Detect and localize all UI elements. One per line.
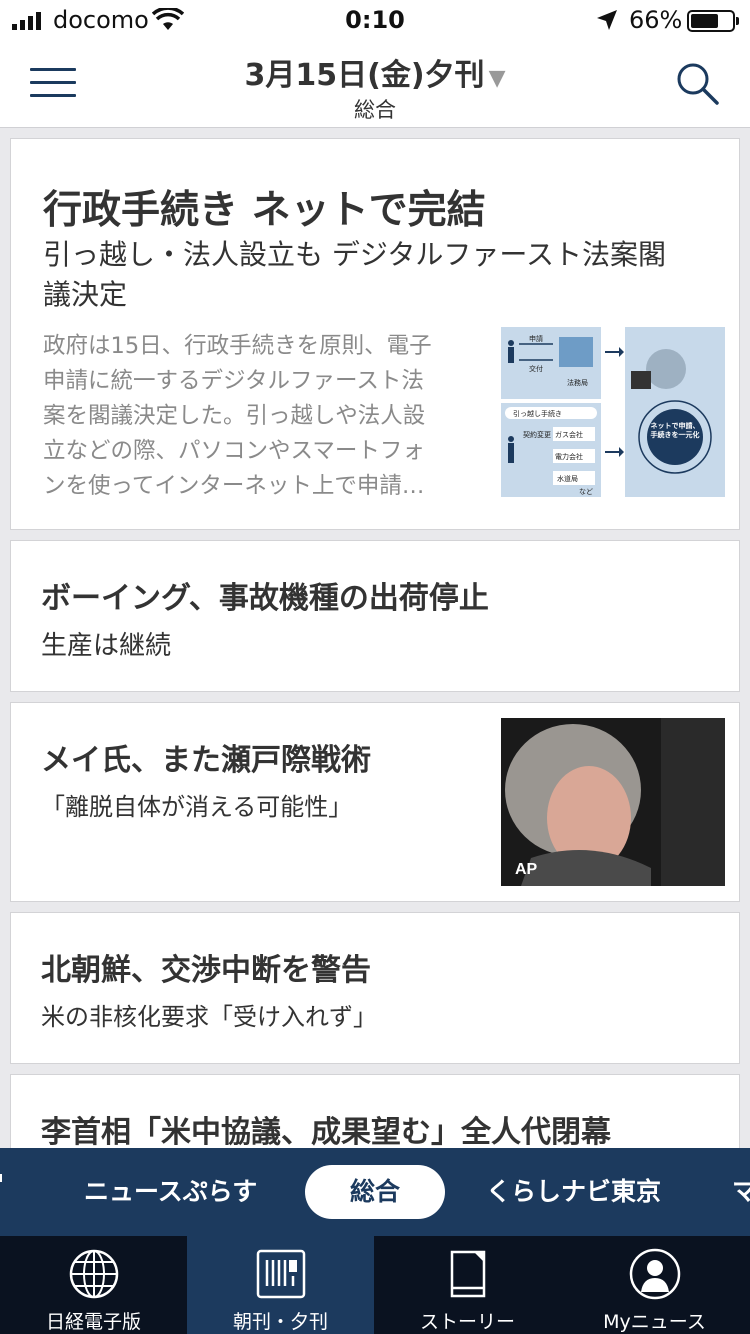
article-subtitle: 米の非核化要求「受け入れず」 (41, 1003, 377, 1031)
summary-line: 申請に統一するデジタルファースト法 (43, 368, 424, 394)
nav-story[interactable]: ストーリー (374, 1236, 561, 1334)
tab-general[interactable]: 総合 (305, 1165, 445, 1219)
summary-line: 案を閣議決定した。引っ越しや法人設 (43, 403, 426, 429)
edition-section: 総合 (354, 98, 396, 122)
newspaper-icon (256, 1249, 306, 1299)
article-title: メイ氏、また瀬戸際戦術 (41, 743, 371, 778)
section-tab-bar: ニュースぷらす 総合 くらしナビ東京 マ (0, 1148, 750, 1236)
infographic-label: など (579, 488, 593, 496)
infographic-label: 申請 (529, 334, 543, 343)
globe-icon (69, 1249, 119, 1299)
tab-kurashi-navi-tokyo[interactable]: くらしナビ東京 (486, 1165, 661, 1219)
article-subtitle: 「離脱自体が消える可能性」 (41, 793, 353, 821)
nav-label: Myニュース (603, 1311, 706, 1333)
nav-label: 朝刊・夕刊 (232, 1311, 328, 1333)
infographic-label: ガス会社 (555, 430, 583, 439)
infographic-label: 電力会社 (555, 452, 583, 461)
nav-label: ストーリー (419, 1311, 515, 1333)
nav-label: 日経電子版 (45, 1311, 141, 1333)
article-subtitle: 生産は継続 (41, 631, 172, 661)
summary-line: 立などの際、パソコンやスマートフォ (43, 438, 425, 464)
article-card[interactable]: 北朝鮮、交渉中断を警告 米の非核化要求「受け入れず」 (10, 912, 740, 1064)
infographic-label: 法務局 (567, 378, 588, 387)
photo-credit: AP (515, 861, 538, 878)
app-header: 3月15日(金)夕刊 ▼ 総合 (0, 40, 750, 128)
book-icon (450, 1250, 486, 1298)
edition-selector[interactable]: 3月15日(金)夕刊 ▼ 総合 (200, 50, 550, 124)
article-title: ボーイング、事故機種の出荷停止 (41, 581, 489, 616)
caret-down-icon: ▼ (488, 66, 506, 91)
article-subtitle: 引っ越し・法人設立も デジタルファースト法案閣 議決定 (43, 235, 723, 315)
article-card[interactable]: ボーイング、事故機種の出荷停止 生産は継続 (10, 540, 740, 692)
article-summary: 政府は15日、行政手続きを原則、電子 申請に統一するデジタルファースト法 案を閣… (43, 329, 483, 504)
hamburger-menu-icon[interactable] (30, 64, 78, 100)
bottom-navigation: 日経電子版 朝刊・夕刊 ストーリー Myニュース (0, 1236, 750, 1334)
article-title: 李首相「米中協議、成果望む」全人代閉幕 (41, 1115, 611, 1148)
scroll-edge-indicator (0, 1174, 2, 1182)
infographic-label: 水道局 (557, 474, 578, 483)
edition-date: 3月15日(金)夕刊 (244, 58, 485, 93)
article-title: 行政手続き ネットで完結 (43, 188, 486, 233)
article-card[interactable]: メイ氏、また瀬戸際戦術 「離脱自体が消える可能性」 AP (10, 702, 740, 902)
tab-news-plus[interactable]: ニュースぷらす (84, 1165, 257, 1219)
tab-next-partial[interactable]: マ (732, 1165, 750, 1219)
article-card[interactable]: 行政手続き ネットで完結 引っ越し・法人設立も デジタルファースト法案閣 議決定… (10, 138, 740, 530)
infographic-label: 引っ越し手続き (513, 409, 562, 418)
article-infographic: 申請 交付 法務局 引っ越し手続き 契約変更 ガス会社 電力会社 水道局 など … (501, 327, 725, 497)
status-bar: docomo 0:10 66% (0, 0, 750, 40)
summary-line: ンを使ってインターネット上で申請… (43, 473, 425, 499)
location-arrow-icon (597, 10, 617, 30)
article-title: 北朝鮮、交渉中断を警告 (41, 953, 371, 988)
infographic-label: 契約変更 (523, 430, 551, 439)
infographic-label: ネットで申請、手続きを一元化 (650, 422, 700, 439)
battery-percent: 66% (629, 6, 683, 34)
nav-morning-evening-edition[interactable]: 朝刊・夕刊 (187, 1236, 374, 1334)
search-icon[interactable] (676, 62, 720, 106)
article-subtitle-line: 引っ越し・法人設立も デジタルファースト法案閣 (43, 238, 666, 271)
nav-nikkei-digital[interactable]: 日経電子版 (0, 1236, 187, 1334)
summary-line: 政府は15日、行政手続きを原則、電子 (43, 333, 432, 359)
person-icon (629, 1248, 681, 1300)
battery-icon (687, 10, 739, 32)
article-subtitle-line: 議決定 (43, 278, 128, 311)
infographic-label: 交付 (529, 364, 543, 373)
article-feed: 行政手続き ネットで完結 引っ越し・法人設立も デジタルファースト法案閣 議決定… (0, 128, 750, 1148)
nav-my-news[interactable]: Myニュース (561, 1236, 748, 1334)
article-card[interactable]: 李首相「米中協議、成果望む」全人代閉幕 (10, 1074, 740, 1148)
article-photo: AP (501, 718, 725, 886)
